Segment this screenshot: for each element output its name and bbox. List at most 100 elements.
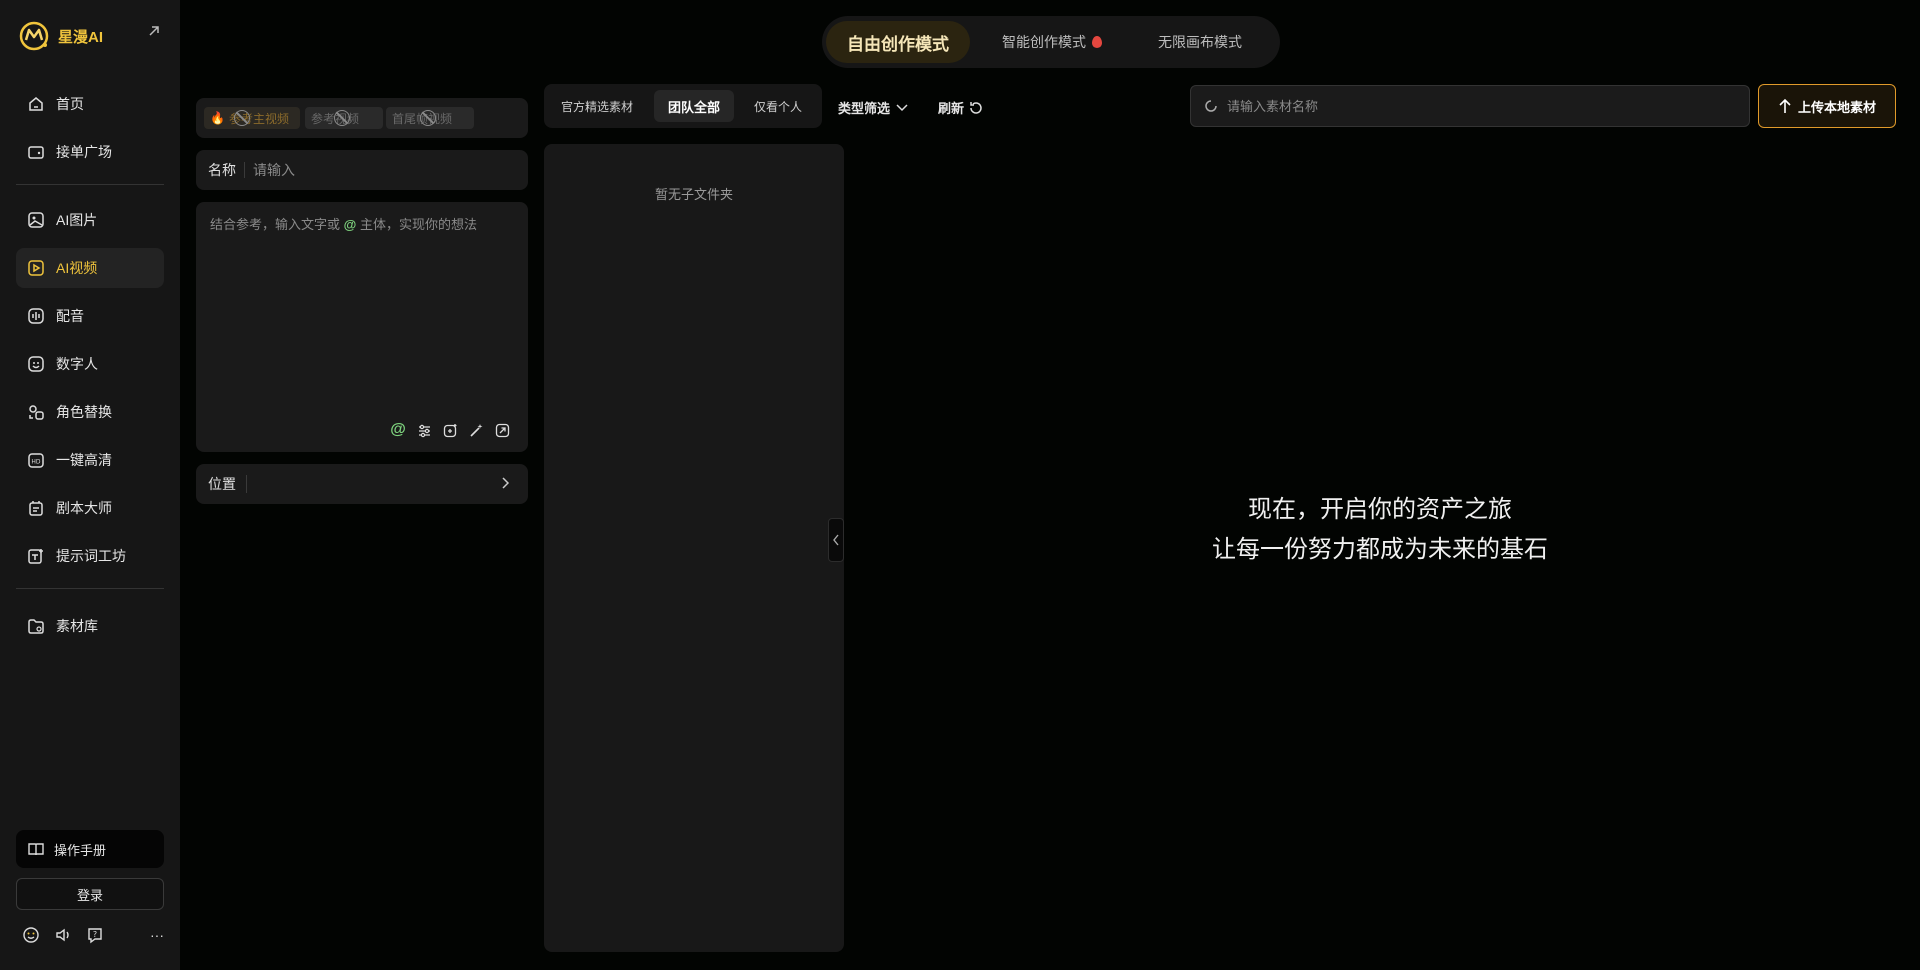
fire-icon <box>1092 36 1102 48</box>
divider <box>16 184 164 185</box>
sidebar-item-label: 一键高清 <box>56 452 112 468</box>
svg-text:HD: HD <box>31 459 41 466</box>
sidebar-item-dubbing[interactable]: 配音 <box>16 296 164 336</box>
home-icon <box>26 94 46 114</box>
upload-label: 上传本地素材 <box>1797 99 1876 115</box>
face-icon <box>26 354 46 374</box>
empty-state: 现在，开启你的资产之旅 让每一份努力都成为未来的基石 <box>1100 490 1660 570</box>
logo[interactable]: 星漫AI <box>16 18 103 54</box>
empty-state-line2: 让每一份努力都成为未来的基石 <box>1212 536 1548 563</box>
type-filter-label: 类型筛选 <box>838 101 891 116</box>
prompt-placeholder: 结合参考，输入文字或 <box>210 217 341 232</box>
disabled-icon <box>334 110 350 126</box>
wallet-icon <box>26 142 46 162</box>
svg-text:?: ? <box>93 930 97 939</box>
sidebar-item-ai-video[interactable]: AI视频 <box>16 248 164 288</box>
asset-filter-tabs: 官方精选素材 团队全部 仅看个人 <box>544 84 822 128</box>
logo-text: 星漫AI <box>58 28 104 46</box>
hd-icon: HD <box>26 450 46 470</box>
sidebar-item-label: 数字人 <box>56 356 98 372</box>
name-field: 名称 <box>196 150 528 190</box>
sidebar-item-prompt-workshop[interactable]: 提示词工坊 <box>16 536 164 576</box>
sidebar-item-asset-library[interactable]: 素材库 <box>16 606 164 646</box>
script-icon <box>26 498 46 518</box>
image-icon <box>26 210 46 230</box>
sidebar-item-script-master[interactable]: 剧本大师 <box>16 488 164 528</box>
mode-label: 智能创作模式 <box>1002 34 1086 50</box>
settings-sliders-icon[interactable] <box>416 422 432 438</box>
collapse-panel-handle[interactable] <box>828 518 844 562</box>
upload-local-asset-button[interactable]: 上传本地素材 <box>1758 84 1896 128</box>
prompt-icon <box>26 546 46 566</box>
magic-wand-icon[interactable] <box>468 422 484 438</box>
expand-editor-icon[interactable] <box>494 422 510 438</box>
speaker-icon[interactable] <box>54 926 72 944</box>
name-label: 名称 <box>208 162 245 178</box>
logo-icon <box>19 21 49 51</box>
mode-infinite-canvas[interactable]: 无限画布模式 <box>1130 21 1270 63</box>
at-mention-icon[interactable]: @ <box>390 421 406 438</box>
search-loading-icon <box>1205 100 1217 112</box>
prompt-input[interactable]: 结合参考，输入文字或 @ 主体，实现你的想法 @ <box>196 202 528 452</box>
manual-button[interactable]: 操作手册 <box>16 830 164 868</box>
sidebar-item-label: 角色替换 <box>56 404 112 420</box>
login-button[interactable]: 登录 <box>16 878 164 910</box>
sidebar-item-ai-image[interactable]: AI图片 <box>16 200 164 240</box>
audio-icon <box>26 306 46 326</box>
prompt-toolbar: @ <box>390 421 510 438</box>
swap-icon <box>26 402 46 422</box>
at-mention-marker: @ <box>343 217 357 232</box>
expand-icon[interactable] <box>145 24 163 42</box>
search-input[interactable] <box>1227 98 1727 114</box>
mode-smart-creation[interactable]: 智能创作模式 <box>982 21 1122 63</box>
sidebar: 星漫AI 首页 接单广场 AI图片 AI视频 配音 数字人 角色替换 HD 一键… <box>0 0 180 970</box>
sidebar-item-home[interactable]: 首页 <box>16 84 164 124</box>
refresh-icon <box>970 101 982 114</box>
sidebar-item-label: AI图片 <box>56 212 98 228</box>
manual-label: 操作手册 <box>54 842 107 858</box>
tab-personal-only[interactable]: 仅看个人 <box>742 90 814 122</box>
chevron-right-icon <box>500 476 510 493</box>
tab-team-all[interactable]: 团队全部 <box>654 90 734 122</box>
name-input[interactable] <box>253 162 493 178</box>
mode-free-creation[interactable]: 自由创作模式 <box>826 21 970 63</box>
tab-official-assets[interactable]: 官方精选素材 <box>552 90 642 122</box>
book-icon <box>26 839 46 859</box>
folder-panel: 暂无子文件夹 <box>544 144 844 952</box>
sidebar-item-label: 提示词工坊 <box>56 548 126 564</box>
sidebar-item-label: 配音 <box>56 308 84 324</box>
reference-bar: 🔥 参考主视频 参考视频 首尾帧视频 <box>196 98 528 138</box>
sidebar-item-hd[interactable]: HD 一键高清 <box>16 440 164 480</box>
emoji-icon[interactable] <box>22 926 40 944</box>
mode-switch: 自由创作模式 智能创作模式 无限画布模式 <box>822 16 1280 68</box>
help-icon[interactable]: ? <box>86 926 104 944</box>
asset-search <box>1190 85 1750 127</box>
sidebar-item-digital-human[interactable]: 数字人 <box>16 344 164 384</box>
position-field[interactable]: 位置 <box>196 464 528 504</box>
type-filter-dropdown[interactable]: 类型筛选 <box>838 98 908 117</box>
sidebar-item-label: 首页 <box>56 96 84 112</box>
empty-state-line1: 现在，开启你的资产之旅 <box>1248 496 1512 523</box>
sidebar-item-role-swap[interactable]: 角色替换 <box>16 392 164 432</box>
bottom-toolbar: ? ··· <box>22 926 166 944</box>
upload-arrow-icon <box>1779 98 1791 113</box>
divider <box>16 588 164 589</box>
sidebar-item-label: 素材库 <box>56 618 98 634</box>
refresh-label: 刷新 <box>938 101 965 116</box>
video-icon <box>26 258 46 278</box>
folder-empty-text: 暂无子文件夹 <box>654 187 733 202</box>
more-icon[interactable]: ··· <box>148 926 166 944</box>
chevron-left-icon <box>833 534 839 546</box>
refresh-button[interactable]: 刷新 <box>938 98 984 117</box>
chevron-down-icon <box>896 103 908 111</box>
prompt-placeholder-tail: 主体，实现你的想法 <box>359 217 477 232</box>
sidebar-item-label: 剧本大师 <box>56 500 112 516</box>
disabled-icon <box>234 110 250 126</box>
ref-chip-main-video[interactable]: 🔥 参考主视频 <box>204 107 300 129</box>
folder-icon <box>26 616 46 636</box>
position-label: 位置 <box>208 475 247 493</box>
sidebar-item-label: AI视频 <box>56 260 98 276</box>
add-asset-icon[interactable] <box>442 422 458 438</box>
sidebar-item-orders[interactable]: 接单广场 <box>16 132 164 172</box>
sidebar-item-label: 接单广场 <box>56 144 112 160</box>
